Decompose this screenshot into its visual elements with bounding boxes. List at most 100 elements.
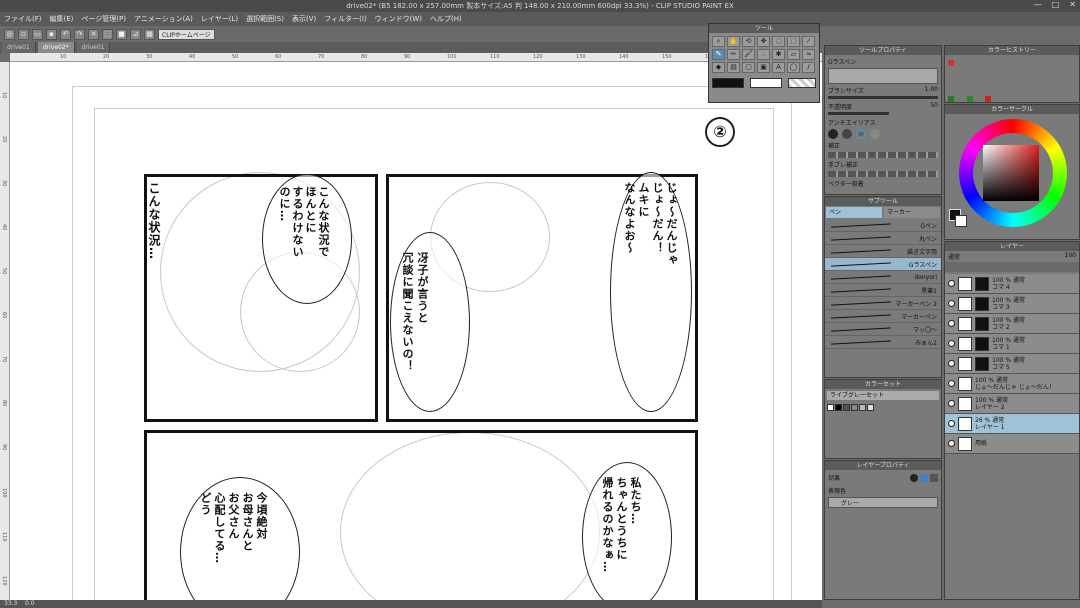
swatch[interactable]	[859, 404, 866, 411]
eraser-icon[interactable]: ▱	[787, 49, 800, 60]
brush-size-slider[interactable]	[828, 96, 938, 99]
rotate-icon[interactable]: ⟲	[742, 36, 755, 47]
eye-icon[interactable]	[948, 380, 955, 387]
eye-icon[interactable]	[948, 340, 955, 347]
new-file-icon[interactable]: ▫	[18, 28, 29, 40]
swatch[interactable]	[835, 404, 842, 411]
subtool-item[interactable]: donyori	[825, 271, 941, 284]
layer-row[interactable]: 100 % 通常 コマ 5	[945, 354, 1079, 374]
history-swatch[interactable]	[948, 60, 954, 66]
layer-row[interactable]: 100 % 通常 コマ 2	[945, 314, 1079, 334]
pen-icon[interactable]: ✎	[712, 49, 725, 60]
undo-icon[interactable]: ↶	[60, 28, 71, 40]
move-icon[interactable]: ✥	[757, 36, 770, 47]
subtool-tab-marker[interactable]: マーカー	[884, 207, 940, 218]
menu-item[interactable]: ページ管理(P)	[77, 12, 130, 26]
menu-item[interactable]: フィルター(I)	[320, 12, 370, 26]
menu-item[interactable]: レイヤー(L)	[197, 12, 242, 26]
figure-icon[interactable]: ▢	[742, 62, 755, 73]
border-effect-icon[interactable]	[910, 473, 918, 482]
canvas[interactable]: こんな状況… こんな状況で ほんとに するわけない のに… じょ〜だんじゃ じょ…	[10, 62, 822, 602]
display-color-dropdown[interactable]: グレー	[828, 497, 938, 508]
clear-icon[interactable]: ✕	[88, 28, 99, 40]
layer-row[interactable]: 100 % 通常 コマ 3	[945, 294, 1079, 314]
menu-item[interactable]: 選択範囲(S)	[242, 12, 288, 26]
snap-grid-icon[interactable]: ▦	[144, 28, 155, 40]
open-file-icon[interactable]: ▭	[32, 28, 43, 40]
close-button[interactable]: ✕	[1069, 0, 1076, 12]
color-effect-icon[interactable]	[920, 473, 928, 482]
subtool-item[interactable]: Gラスペン	[825, 258, 941, 271]
fill-selection-icon[interactable]: ■	[116, 28, 127, 40]
brush-icon[interactable]: 🖌	[742, 49, 755, 60]
history-swatch[interactable]	[985, 96, 991, 102]
sub-color-swatch[interactable]	[749, 78, 782, 88]
subtool-item[interactable]: マーカーペン 2	[825, 297, 941, 310]
main-color-swatch[interactable]	[712, 78, 744, 88]
eye-icon[interactable]	[948, 440, 955, 447]
history-swatch[interactable]	[967, 96, 973, 102]
layer-row[interactable]: 26 % 通常 レイヤー 1	[945, 414, 1079, 434]
handshake-slider[interactable]	[828, 171, 938, 177]
eye-icon[interactable]	[948, 280, 955, 287]
menu-item[interactable]: 編集(E)	[46, 12, 78, 26]
eye-icon[interactable]	[948, 300, 955, 307]
maximize-button[interactable]: □	[1052, 0, 1060, 12]
layer-row[interactable]: 用紙	[945, 434, 1079, 454]
opacity-slider[interactable]	[828, 112, 889, 115]
fill-icon[interactable]: ◆	[712, 62, 725, 73]
document-tab[interactable]: drive01	[76, 42, 111, 53]
menu-item[interactable]: ファイル(F)	[0, 12, 46, 26]
subtool-tab-pen[interactable]: ペン	[826, 207, 882, 218]
sub-color-indicator[interactable]	[955, 215, 967, 227]
document-tab[interactable]: drive01	[2, 42, 36, 53]
eyedropper-icon[interactable]: ⁄	[802, 36, 815, 47]
app-logo-icon[interactable]: ◎	[4, 28, 15, 40]
menu-item[interactable]: ヘルプ(H)	[426, 12, 466, 26]
blend-mode-dropdown[interactable]: 通常	[948, 252, 960, 261]
eye-icon[interactable]	[948, 400, 955, 407]
stabilize-slider[interactable]	[828, 152, 938, 158]
brush-size-value[interactable]: 1.00	[925, 86, 938, 95]
menu-item[interactable]: アニメーション(A)	[130, 12, 197, 26]
zoom-icon[interactable]: ⌕	[712, 36, 725, 47]
antialias-none-icon[interactable]	[828, 129, 838, 139]
swatch[interactable]	[843, 404, 850, 411]
antialias-mid-icon[interactable]	[856, 129, 866, 139]
gradient-icon[interactable]: ▤	[727, 62, 740, 73]
subtool-item[interactable]: マーカーペン	[825, 310, 941, 323]
line-icon[interactable]: ∕	[802, 62, 815, 73]
history-swatch[interactable]	[948, 96, 954, 102]
pencil-icon[interactable]: ✏	[727, 49, 740, 60]
eye-icon[interactable]	[948, 320, 955, 327]
select-icon[interactable]: ⬚	[787, 36, 800, 47]
lasso-icon[interactable]: ◌	[772, 36, 785, 47]
menu-item[interactable]: 表示(V)	[288, 12, 320, 26]
tone-effect-icon[interactable]	[930, 473, 938, 482]
layer-opacity-value[interactable]: 100	[1065, 252, 1076, 261]
antialias-strong-icon[interactable]	[870, 129, 880, 139]
minimize-button[interactable]: —	[1034, 0, 1042, 12]
blend-icon[interactable]: ≈	[802, 49, 815, 60]
layer-row[interactable]: 100 % 通常 レイヤー 2	[945, 394, 1079, 414]
swatch[interactable]	[827, 404, 834, 411]
decoration-icon[interactable]: ✱	[772, 49, 785, 60]
layer-row[interactable]: 100 % 通常 じょ〜だんじゃ じょ〜だん！	[945, 374, 1079, 394]
snap-ruler-icon[interactable]: ⊿	[130, 28, 141, 40]
transparent-color-swatch[interactable]	[787, 78, 816, 88]
swatch[interactable]	[867, 404, 874, 411]
layer-row[interactable]: 100 % 通常 コマ 4	[945, 274, 1079, 294]
save-icon[interactable]: ▪	[46, 28, 57, 40]
subtool-item[interactable]: Gペン	[825, 219, 941, 232]
subtool-item[interactable]: 黒筆1	[825, 284, 941, 297]
antialias-weak-icon[interactable]	[842, 129, 852, 139]
document-tab[interactable]: drive02*	[37, 42, 75, 53]
clip-homepage-button[interactable]: CLIPホームページ	[158, 28, 215, 40]
menu-item[interactable]: ウィンドウ(W)	[371, 12, 426, 26]
frame-icon[interactable]: ▣	[757, 62, 770, 73]
zoom-value[interactable]: 33.3	[4, 600, 17, 607]
hand-icon[interactable]: ✋	[727, 36, 740, 47]
balloon-icon[interactable]: ◯	[787, 62, 800, 73]
subtool-item[interactable]: 描き文字用	[825, 245, 941, 258]
swatch[interactable]	[851, 404, 858, 411]
